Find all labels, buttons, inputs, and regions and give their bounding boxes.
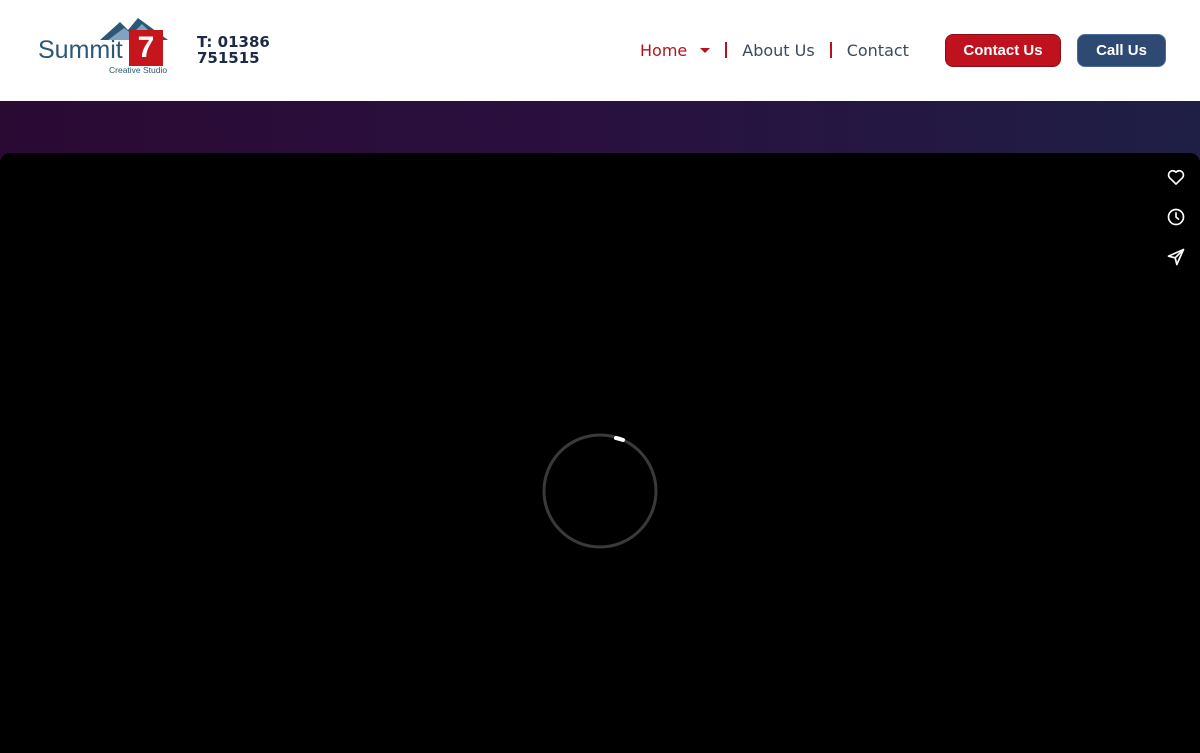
nav-item-home[interactable]: Home — [640, 40, 711, 60]
clock-icon — [1167, 208, 1185, 226]
site-logo[interactable]: Summit 7 Creative Studio — [38, 16, 170, 76]
logo-wordmark: Summit — [38, 36, 123, 64]
chevron-down-icon[interactable] — [700, 47, 711, 53]
hero-background — [0, 101, 1200, 161]
nav-item-label: Home — [640, 40, 688, 60]
share-button[interactable] — [1163, 244, 1189, 270]
logo-number-badge: 7 — [129, 30, 163, 66]
logo-tagline: Creative Studio — [109, 65, 168, 75]
video-side-actions — [1163, 164, 1189, 284]
watch-later-button[interactable] — [1163, 204, 1189, 230]
nav-divider — [725, 42, 728, 58]
main-nav: Home About Us Contact — [640, 38, 909, 62]
nav-item-about-us[interactable]: About Us — [742, 41, 814, 60]
share-icon — [1167, 248, 1185, 266]
contact-us-button[interactable]: Contact Us — [945, 34, 1061, 67]
phone-number[interactable]: T: 01386 751515 — [197, 34, 277, 66]
nav-item-contact[interactable]: Contact — [847, 41, 909, 60]
site-header: Summit 7 Creative Studio T: 01386 751515… — [0, 0, 1200, 101]
loading-spinner-icon — [542, 433, 658, 549]
heart-icon — [1167, 169, 1185, 185]
like-button[interactable] — [1163, 164, 1189, 190]
nav-divider — [829, 42, 832, 58]
call-us-button[interactable]: Call Us — [1077, 34, 1166, 67]
